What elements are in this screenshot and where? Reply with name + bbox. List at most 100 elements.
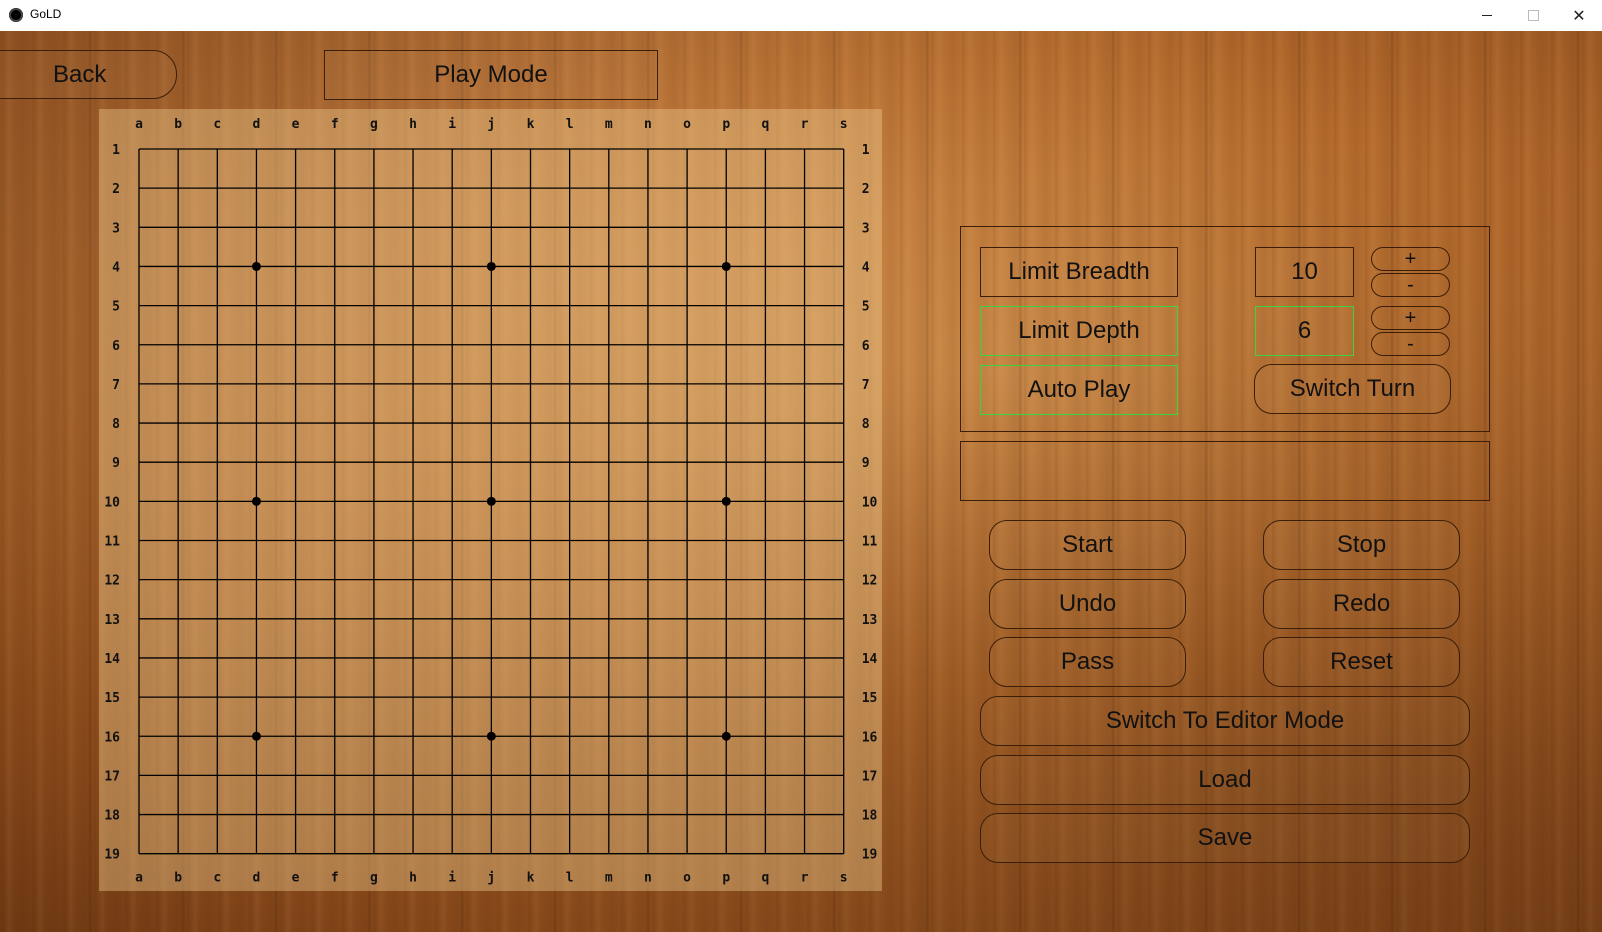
row-label-right: 16 (862, 730, 878, 745)
row-label-left: 17 (104, 769, 120, 784)
star-point (721, 731, 731, 741)
row-label-right: 10 (862, 495, 878, 510)
column-label-top: f (331, 117, 339, 132)
row-label-right: 15 (862, 691, 878, 706)
column-label-top: l (566, 117, 574, 132)
column-label-top: c (213, 117, 221, 132)
row-label-right: 13 (862, 613, 878, 628)
maximize-button[interactable] (1510, 0, 1556, 31)
row-label-left: 11 (104, 535, 120, 550)
star-point (721, 261, 731, 271)
row-label-left: 5 (112, 300, 120, 315)
app-icon (9, 8, 23, 22)
column-label-bottom: b (174, 871, 182, 886)
column-label-bottom: e (292, 871, 300, 886)
row-label-left: 3 (112, 221, 120, 236)
row-label-right: 6 (862, 339, 870, 354)
load-button[interactable]: Load (980, 755, 1470, 805)
column-label-bottom: r (801, 871, 809, 886)
column-label-bottom: i (448, 871, 456, 886)
row-label-right: 4 (862, 260, 870, 275)
depth-decrease-button[interactable]: - (1371, 332, 1450, 356)
column-label-top: o (683, 117, 691, 132)
row-label-right: 17 (862, 769, 878, 784)
column-label-bottom: j (487, 871, 495, 886)
minimize-button[interactable] (1464, 0, 1510, 31)
close-icon: ✕ (1572, 7, 1586, 25)
row-label-right: 1 (862, 143, 870, 158)
column-label-top: a (135, 117, 143, 132)
row-label-left: 19 (104, 848, 120, 863)
mode-title: Play Mode (324, 50, 658, 100)
column-label-top: d (253, 117, 261, 132)
column-label-bottom: o (683, 871, 691, 886)
row-label-left: 7 (112, 378, 120, 393)
row-label-right: 9 (862, 456, 870, 471)
row-label-left: 2 (112, 182, 120, 197)
row-label-right: 8 (862, 417, 870, 432)
go-board[interactable]: aabbccddeeffgghhiijjkkllmmnnooppqqrrss11… (99, 109, 882, 891)
row-label-left: 10 (104, 495, 120, 510)
close-button[interactable]: ✕ (1556, 0, 1602, 31)
maximize-icon (1527, 10, 1539, 21)
limit-breadth-value: 10 (1255, 247, 1354, 297)
start-button[interactable]: Start (989, 520, 1186, 570)
column-label-bottom: m (605, 871, 613, 886)
row-label-right: 3 (862, 221, 870, 236)
column-label-bottom: s (840, 871, 848, 886)
depth-increase-button[interactable]: + (1371, 306, 1450, 330)
column-label-top: n (644, 117, 652, 132)
app-client-area: Back Play Mode a a b b c c d d e e f f g g h h i i j j k k l l m… (0, 31, 1602, 932)
row-label-left: 8 (112, 417, 120, 432)
board-grid[interactable]: aabbccddeeffgghhiijjkkllmmnnooppqqrrss1 1… (99, 109, 882, 891)
limit-depth-toggle[interactable]: Limit Depth (980, 306, 1178, 356)
star-point (251, 731, 261, 741)
save-button[interactable]: Save (980, 813, 1470, 863)
status-display (960, 441, 1490, 501)
redo-button[interactable]: Redo (1263, 579, 1460, 629)
row-label-right: 14 (862, 652, 878, 667)
row-label-left: 4 (112, 260, 120, 275)
minimize-icon (1482, 15, 1492, 16)
star-point (486, 496, 496, 506)
row-label-right: 19 (862, 848, 878, 863)
pass-button[interactable]: Pass (989, 637, 1186, 687)
limit-breadth-toggle[interactable]: Limit Breadth (980, 247, 1178, 297)
switch-turn-button[interactable]: Switch Turn (1254, 364, 1451, 414)
column-label-top: p (722, 117, 730, 132)
undo-button[interactable]: Undo (989, 579, 1186, 629)
row-label-left: 9 (112, 456, 120, 471)
column-label-top: h (409, 117, 417, 132)
row-label-right: 12 (862, 574, 878, 589)
switch-to-editor-button[interactable]: Switch To Editor Mode (980, 696, 1470, 746)
row-label-right: 18 (862, 809, 878, 824)
column-label-bottom: a (135, 871, 143, 886)
breadth-increase-button[interactable]: + (1371, 247, 1450, 271)
column-label-bottom: f (331, 871, 339, 886)
row-label-right: 7 (862, 378, 870, 393)
row-label-right: 2 (862, 182, 870, 197)
column-label-top: m (605, 117, 613, 132)
breadth-decrease-button[interactable]: - (1371, 273, 1450, 297)
column-label-bottom: c (213, 871, 221, 886)
row-label-right: 11 (862, 535, 878, 550)
row-label-left: 13 (104, 613, 120, 628)
column-label-top: b (174, 117, 182, 132)
row-label-left: 6 (112, 339, 120, 354)
row-label-left: 12 (104, 574, 120, 589)
column-label-bottom: q (761, 871, 769, 886)
auto-play-toggle[interactable]: Auto Play (980, 365, 1178, 415)
column-label-bottom: p (722, 871, 730, 886)
limit-depth-value: 6 (1255, 306, 1354, 356)
reset-button[interactable]: Reset (1263, 637, 1460, 687)
column-label-bottom: h (409, 871, 417, 886)
column-label-top: k (527, 117, 535, 132)
column-label-top: r (801, 117, 809, 132)
column-label-top: q (761, 117, 769, 132)
column-label-top: j (487, 117, 495, 132)
column-label-top: s (840, 117, 848, 132)
column-label-bottom: l (566, 871, 574, 886)
stop-button[interactable]: Stop (1263, 520, 1460, 570)
back-button[interactable]: Back (0, 50, 177, 99)
star-point (251, 261, 261, 271)
